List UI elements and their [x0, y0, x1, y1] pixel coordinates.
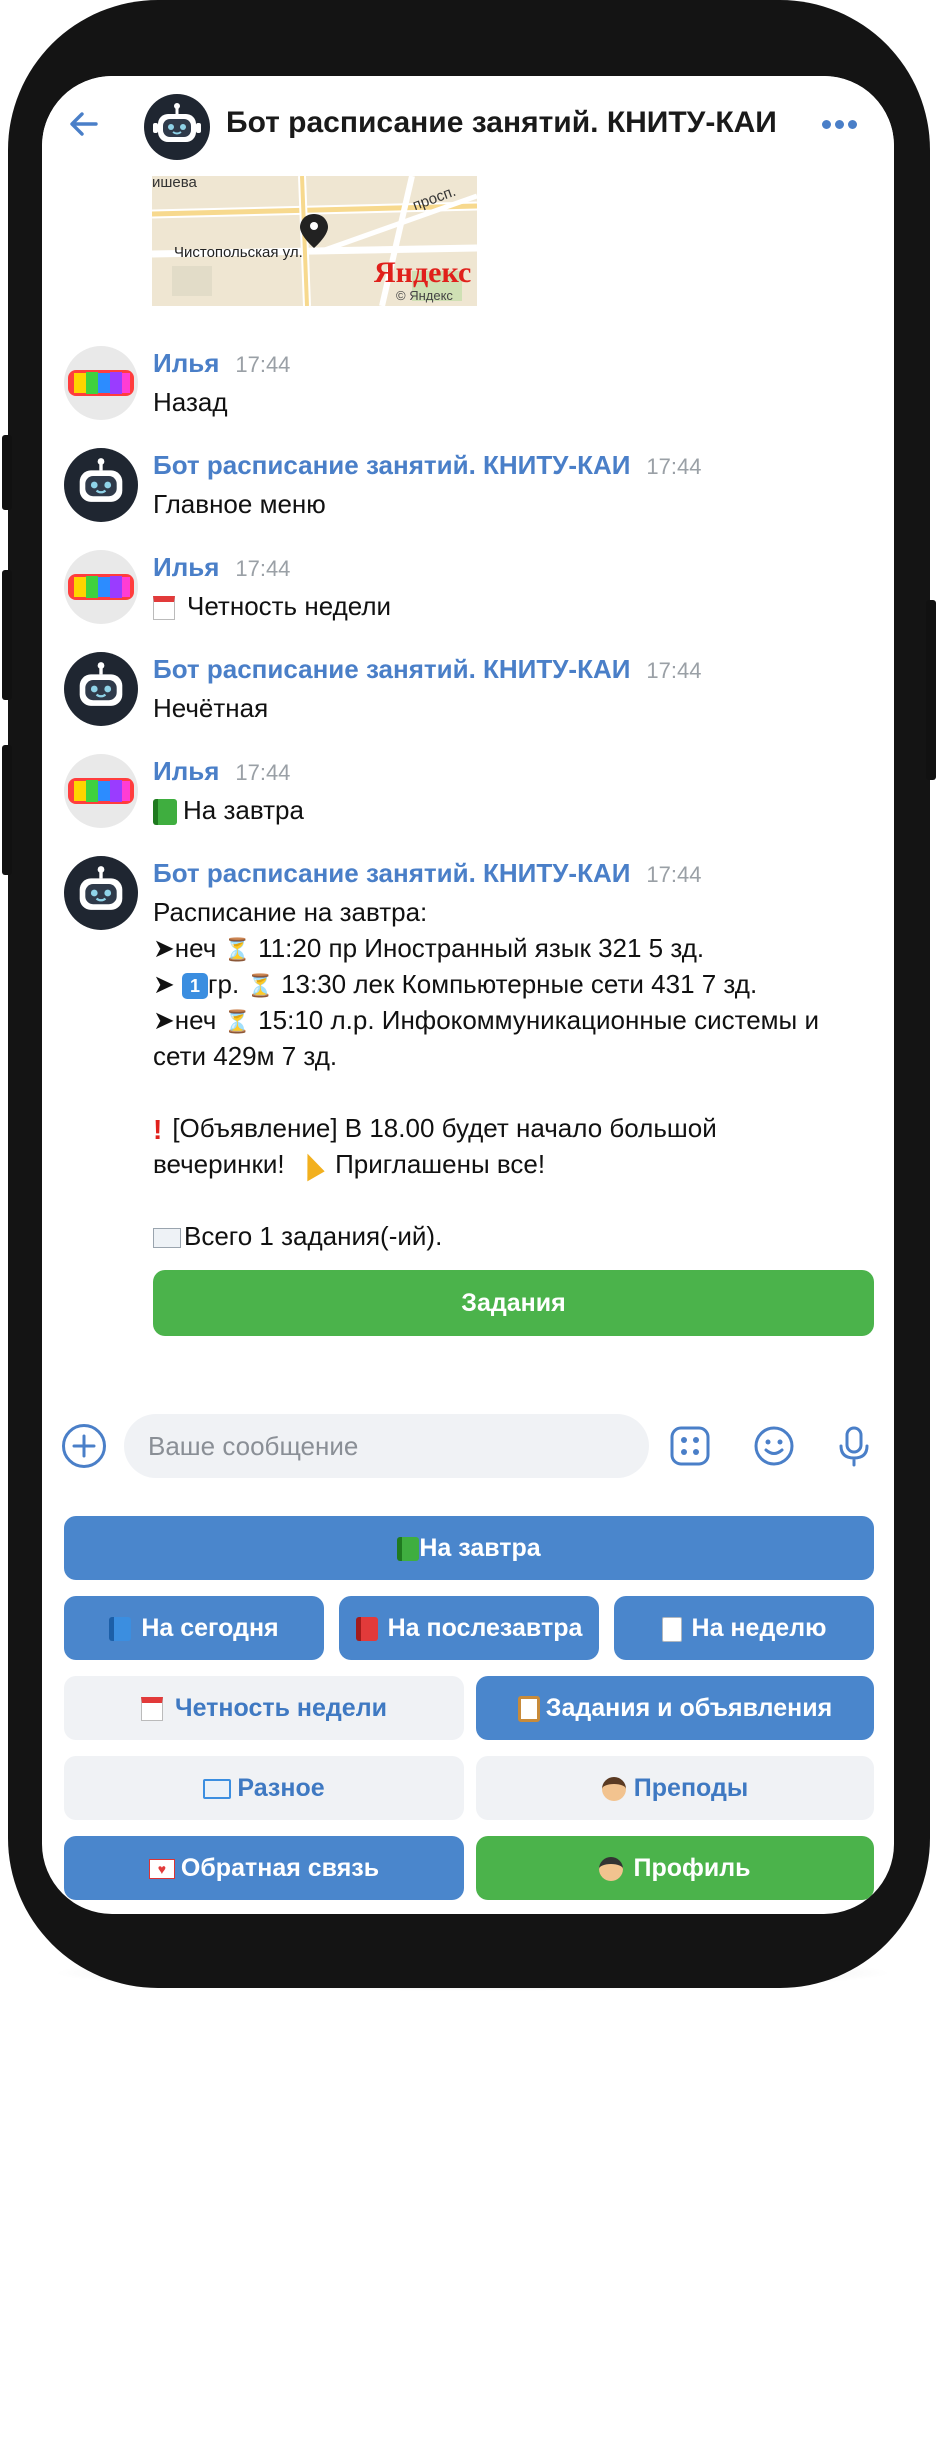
- kb-profile-button[interactable]: Профиль: [476, 1836, 874, 1900]
- map-label-street-1: ишева: [152, 176, 197, 191]
- kb-today-button[interactable]: На сегодня: [64, 1596, 324, 1660]
- blue-book-icon: [109, 1617, 132, 1642]
- emoji-icon[interactable]: [752, 1424, 796, 1468]
- schedule-header: Расписание на завтра:: [153, 897, 428, 927]
- bot-avatar[interactable]: [64, 448, 138, 522]
- message-text: Назад: [153, 387, 228, 417]
- message-input[interactable]: [124, 1414, 649, 1478]
- message-text: На завтра: [153, 792, 304, 828]
- schedule-line: ➤неч ⏳ 11:20 пр Иностранный язык 321 5 з…: [153, 930, 704, 968]
- kb-tomorrow-button[interactable]: На завтра: [64, 1516, 874, 1580]
- user-avatar[interactable]: [64, 754, 138, 828]
- message-time: 17:44: [646, 454, 702, 479]
- kb-week-button[interactable]: На неделю: [614, 1596, 874, 1660]
- message-text: Четность недели: [153, 588, 391, 624]
- robot-icon: [153, 103, 201, 142]
- hourglass-icon: ⏳: [246, 973, 274, 999]
- announcement-line: ! [Объявление] В 18.00 будет начало больш…: [153, 1110, 717, 1148]
- message-time: 17:44: [235, 352, 291, 377]
- kb-parity-button[interactable]: Четность недели: [64, 1676, 464, 1740]
- envelope-icon: [153, 1228, 181, 1249]
- tasks-count-line: Всего 1 задания(-ий).: [153, 1218, 442, 1254]
- teacher-icon: [601, 1777, 626, 1802]
- message-author[interactable]: Бот расписание занятий. КНИТУ-КАИ 17:44: [153, 654, 701, 685]
- message-time: 17:44: [235, 556, 291, 581]
- page-icon: [661, 1616, 682, 1642]
- kb-day-after-button[interactable]: На послезавтра: [339, 1596, 599, 1660]
- kb-teachers-button[interactable]: Преподы: [476, 1756, 874, 1820]
- message-time: 17:44: [646, 658, 702, 683]
- schedule-line: ➤неч ⏳ 15:10 л.р. Инфокоммуникационные с…: [153, 1002, 819, 1040]
- message-text: Нечётная: [153, 693, 269, 723]
- map-copyright: © Яндекс: [396, 288, 453, 303]
- student-icon: [599, 1857, 624, 1882]
- hourglass-icon: ⏳: [223, 937, 251, 963]
- message-time: 17:44: [646, 862, 702, 887]
- bot-avatar[interactable]: [144, 94, 210, 160]
- robot-icon: [79, 662, 123, 706]
- message-author[interactable]: Илья 17:44: [153, 348, 290, 379]
- more-icon[interactable]: [822, 116, 862, 130]
- schedule-line: ➤ 1 гр. ⏳ 13:30 лек Компьютерные сети 431…: [153, 966, 757, 1004]
- hourglass-icon: ⏳: [223, 1009, 251, 1035]
- keycap-one-icon: 1: [182, 973, 209, 1000]
- message-text: Главное меню: [153, 489, 326, 519]
- announcement-line: вечеринки! Приглашены все!: [153, 1146, 545, 1182]
- rainbow-avatar-icon: [68, 778, 134, 804]
- chat-screen: Бот расписание занятий. КНИТУ-КАИ ишева …: [42, 76, 894, 1914]
- kb-misc-button[interactable]: Разное: [64, 1756, 464, 1820]
- schedule-line: сети 429м 7 зд.: [153, 1041, 338, 1071]
- back-arrow-icon[interactable]: [66, 106, 102, 142]
- attach-plus-icon[interactable]: [62, 1424, 106, 1468]
- calendar-icon: [153, 596, 175, 621]
- chat-title: Бот расписание занятий. КНИТУ-КАИ: [226, 106, 777, 139]
- rainbow-avatar-icon: [68, 370, 134, 396]
- red-book-icon: [355, 1617, 378, 1642]
- chat-header: Бот расписание занятий. КНИТУ-КАИ: [42, 76, 894, 176]
- heart-letter-icon: ♥: [148, 1859, 175, 1880]
- clipboard-icon: [517, 1696, 540, 1723]
- robot-icon: [79, 866, 123, 910]
- yandex-logo: Яндекс: [374, 256, 472, 289]
- bot-avatar[interactable]: [64, 652, 138, 726]
- map-preview[interactable]: ишева просп. Чистопольская ул. Яндекс © …: [152, 176, 477, 306]
- robot-icon: [79, 458, 123, 502]
- green-book-icon: [397, 1537, 420, 1562]
- rainbow-avatar-icon: [68, 574, 134, 600]
- message-author[interactable]: Илья 17:44: [153, 552, 290, 583]
- green-book-icon: [153, 799, 177, 826]
- party-popper-icon: [295, 1150, 325, 1182]
- bot-keyboard-icon[interactable]: [668, 1424, 712, 1468]
- kb-feedback-button[interactable]: ♥ Обратная связь: [64, 1836, 464, 1900]
- open-book-icon: [203, 1779, 232, 1800]
- message-time: 17:44: [235, 760, 291, 785]
- user-avatar[interactable]: [64, 346, 138, 420]
- message-author[interactable]: Бот расписание занятий. КНИТУ-КАИ 17:44: [153, 450, 701, 481]
- microphone-icon[interactable]: [832, 1424, 876, 1468]
- bot-avatar[interactable]: [64, 856, 138, 930]
- message-author[interactable]: Илья 17:44: [153, 756, 290, 787]
- kb-tasks-button[interactable]: Задания и объявления: [476, 1676, 874, 1740]
- tasks-inline-button[interactable]: Задания: [153, 1270, 874, 1336]
- map-label-street-3: Чистопольская ул.: [174, 244, 303, 261]
- calendar-icon: [141, 1697, 164, 1722]
- exclamation-icon: !: [153, 1114, 163, 1146]
- user-avatar[interactable]: [64, 550, 138, 624]
- message-author[interactable]: Бот расписание занятий. КНИТУ-КАИ 17:44: [153, 858, 701, 889]
